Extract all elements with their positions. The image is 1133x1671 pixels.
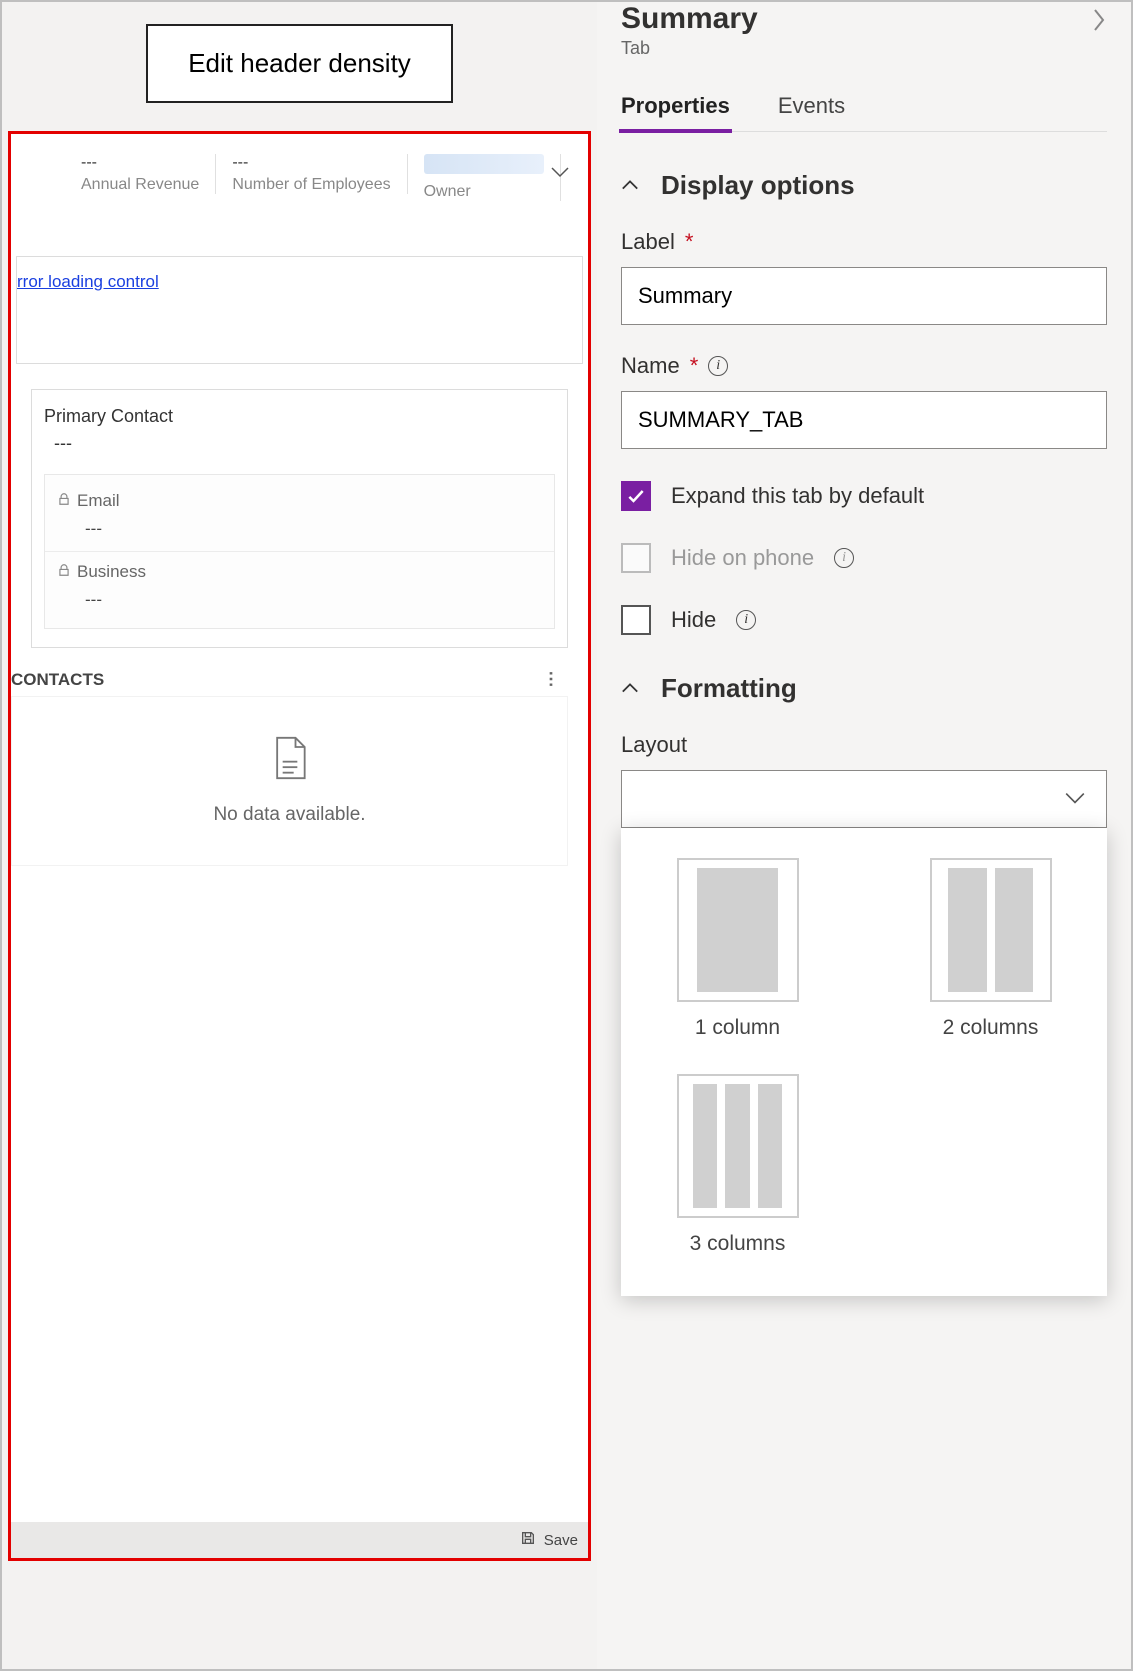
name-field-label: Name — [621, 353, 680, 379]
document-icon — [271, 736, 309, 786]
info-icon[interactable]: i — [834, 548, 854, 568]
tab-events[interactable]: Events — [778, 83, 845, 131]
layout-thumb-1 — [677, 858, 799, 1002]
business-value: --- — [57, 582, 542, 612]
business-label: Business — [77, 562, 146, 582]
required-indicator: * — [685, 229, 694, 255]
info-icon[interactable]: i — [736, 610, 756, 630]
name-input[interactable] — [621, 391, 1107, 449]
display-options-title: Display options — [661, 170, 855, 201]
form-canvas: --- Annual Revenue --- Number of Employe… — [8, 131, 591, 1561]
email-value: --- — [57, 511, 542, 541]
layout-thumb-2 — [930, 858, 1052, 1002]
hide-on-phone-label: Hide on phone — [671, 545, 814, 571]
header-expand-icon[interactable] — [550, 162, 570, 183]
chevron-down-icon — [1064, 789, 1086, 810]
primary-contact-value: --- — [44, 433, 555, 454]
formatting-title: Formatting — [661, 673, 797, 704]
header-field-label: Annual Revenue — [81, 176, 199, 194]
email-row[interactable]: Email --- — [45, 481, 554, 552]
lock-icon — [57, 491, 71, 511]
layout-option-2-columns[interactable]: 2 columns — [914, 858, 1067, 1040]
display-options-header[interactable]: Display options — [621, 170, 1107, 201]
layout-options-popup: 1 column 2 columns 3 columns — [621, 828, 1107, 1296]
business-row[interactable]: Business --- — [45, 552, 554, 622]
status-bar: Save — [11, 1522, 588, 1558]
layout-select[interactable] — [621, 770, 1107, 828]
header-field-value: --- — [232, 154, 390, 172]
edit-header-density-button[interactable]: Edit header density — [146, 24, 453, 103]
error-loading-link[interactable]: rror loading control — [17, 272, 159, 291]
save-icon[interactable] — [520, 1530, 536, 1550]
header-field-annual-revenue[interactable]: --- Annual Revenue — [11, 154, 216, 194]
tab-properties[interactable]: Properties — [621, 83, 730, 131]
panel-subtitle: Tab — [621, 38, 758, 59]
primary-contact-card[interactable]: Primary Contact --- Email --- — [31, 389, 568, 648]
hide-checkbox[interactable] — [621, 605, 651, 635]
header-field-value: --- — [81, 154, 199, 172]
panel-title: Summary — [621, 2, 758, 36]
error-control-box[interactable]: rror loading control — [16, 256, 583, 364]
layout-option-3-columns[interactable]: 3 columns — [661, 1074, 814, 1256]
empty-text: No data available. — [213, 804, 365, 826]
header-field-label: Number of Employees — [232, 176, 390, 194]
required-indicator: * — [690, 353, 699, 379]
layout-label: Layout — [621, 732, 687, 758]
owner-value-redacted — [424, 154, 544, 174]
header-field-employees[interactable]: --- Number of Employees — [216, 154, 407, 194]
primary-contact-label: Primary Contact — [44, 406, 555, 427]
expand-default-label: Expand this tab by default — [671, 483, 924, 509]
header-field-owner[interactable]: Owner — [408, 154, 561, 201]
save-button[interactable]: Save — [544, 1532, 578, 1549]
expand-default-checkbox[interactable] — [621, 481, 651, 511]
layout-option-label: 2 columns — [943, 1016, 1039, 1040]
layout-option-label: 1 column — [695, 1016, 780, 1040]
info-icon[interactable]: i — [708, 356, 728, 376]
chevron-up-icon — [621, 170, 639, 201]
formatting-header[interactable]: Formatting — [621, 673, 1107, 704]
layout-thumb-3 — [677, 1074, 799, 1218]
panel-expand-icon[interactable] — [1091, 2, 1107, 42]
label-field-label: Label — [621, 229, 675, 255]
contacts-heading: CONTACTS — [11, 670, 104, 690]
label-input[interactable] — [621, 267, 1107, 325]
chevron-up-icon — [621, 673, 639, 704]
contacts-more-icon[interactable]: ⋯ — [541, 671, 561, 690]
header-field-label: Owner — [424, 183, 544, 201]
lock-icon — [57, 562, 71, 582]
hide-label: Hide — [671, 607, 716, 633]
hide-on-phone-checkbox — [621, 543, 651, 573]
layout-option-label: 3 columns — [690, 1232, 786, 1256]
layout-option-1-column[interactable]: 1 column — [661, 858, 814, 1040]
email-label: Email — [77, 491, 120, 511]
contacts-empty-state: No data available. — [11, 696, 568, 866]
